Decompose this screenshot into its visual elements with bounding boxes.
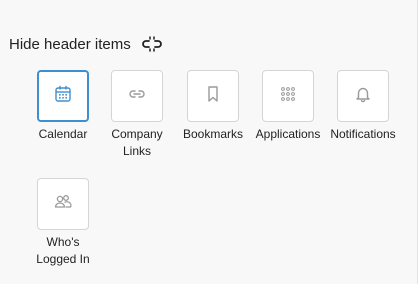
link-unlink-icon[interactable] xyxy=(141,35,163,53)
section-header: Hide header items xyxy=(9,35,163,53)
header-item-bookmarks[interactable]: Bookmarks xyxy=(183,70,243,143)
hide-header-items-panel: Hide header items Calendar Company Links… xyxy=(0,0,418,284)
section-title: Hide header items xyxy=(9,35,131,53)
notifications-tile[interactable] xyxy=(337,70,389,122)
grid-icon xyxy=(279,85,297,108)
header-item-whos-logged-in[interactable]: Who's Logged In xyxy=(36,178,90,268)
applications-tile[interactable] xyxy=(262,70,314,122)
company-links-label: Company Links xyxy=(111,127,163,158)
header-item-applications[interactable]: Applications xyxy=(256,70,320,143)
users-icon xyxy=(53,193,73,216)
company-links-tile[interactable] xyxy=(111,70,163,122)
whos-logged-in-tile[interactable] xyxy=(37,178,89,230)
header-item-notifications[interactable]: Notifications xyxy=(330,70,396,143)
bookmarks-label: Bookmarks xyxy=(182,127,244,141)
calendar-tile[interactable] xyxy=(37,70,89,122)
calendar-icon xyxy=(54,85,72,108)
bookmark-icon xyxy=(204,85,222,108)
header-item-company-links[interactable]: Company Links xyxy=(110,70,164,160)
link-icon xyxy=(128,85,146,108)
header-item-calendar[interactable]: Calendar xyxy=(36,70,90,143)
bell-icon xyxy=(354,85,372,108)
applications-label: Applications xyxy=(255,127,321,141)
whos-logged-in-label: Who's Logged In xyxy=(36,235,90,266)
calendar-label: Calendar xyxy=(38,127,88,141)
bookmarks-tile[interactable] xyxy=(187,70,239,122)
notifications-label: Notifications xyxy=(330,127,396,141)
